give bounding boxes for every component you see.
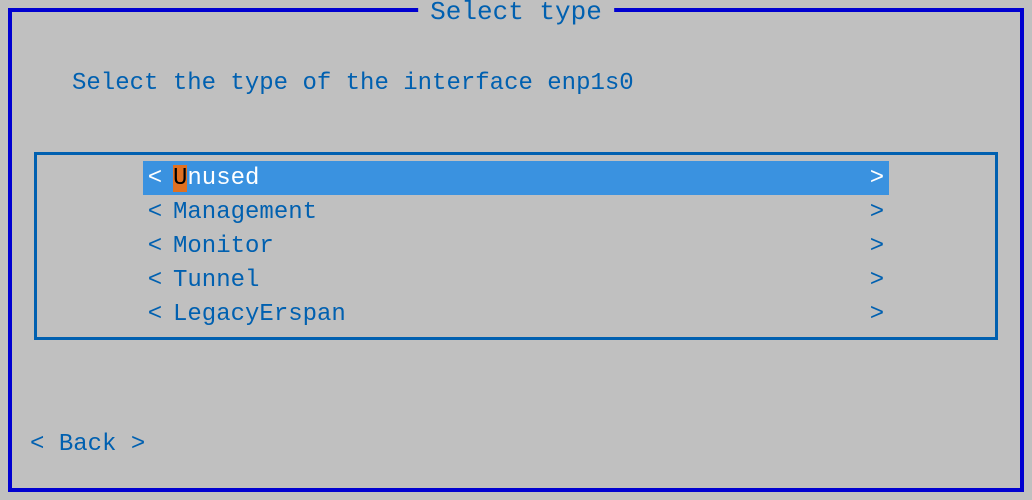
dialog-prompt: Select the type of the interface enp1s0 xyxy=(72,70,634,97)
menu-item-legacyerspan[interactable]: <LegacyErspan > xyxy=(143,297,889,331)
chevron-left-icon: < xyxy=(143,233,167,260)
menu-item-label: Tunnel xyxy=(167,267,259,294)
menu-item-management[interactable]: <Management > xyxy=(143,195,889,229)
menu-item-label: Management xyxy=(167,199,317,226)
menu-item-label: Monitor xyxy=(167,233,274,260)
menu-item-label: LegacyErspan xyxy=(167,301,346,328)
dialog-title: Select type xyxy=(418,0,614,27)
menu-item-tunnel[interactable]: <Tunnel > xyxy=(143,263,889,297)
bracket-right-icon: > xyxy=(131,431,145,458)
menu-list: <Unused><Management><Monitor><Tunnel><Le… xyxy=(34,152,998,340)
chevron-right-icon: > xyxy=(865,199,889,226)
menu-item-label: Unused xyxy=(167,165,259,192)
chevron-right-icon: > xyxy=(865,301,889,328)
back-button[interactable]: < Back > xyxy=(30,431,145,458)
chevron-left-icon: < xyxy=(143,301,167,328)
chevron-right-icon: > xyxy=(865,267,889,294)
bracket-left-icon: < xyxy=(30,431,44,458)
hotkey-char: U xyxy=(173,165,187,192)
menu-item-monitor[interactable]: <Monitor > xyxy=(143,229,889,263)
chevron-left-icon: < xyxy=(143,199,167,226)
chevron-left-icon: < xyxy=(143,267,167,294)
chevron-right-icon: > xyxy=(865,233,889,260)
menu-item-unused[interactable]: <Unused > xyxy=(143,161,889,195)
chevron-left-icon: < xyxy=(143,165,167,192)
dialog-frame: Select type Select the type of the inter… xyxy=(8,8,1024,492)
chevron-right-icon: > xyxy=(865,165,889,192)
back-button-label: Back xyxy=(59,431,117,458)
